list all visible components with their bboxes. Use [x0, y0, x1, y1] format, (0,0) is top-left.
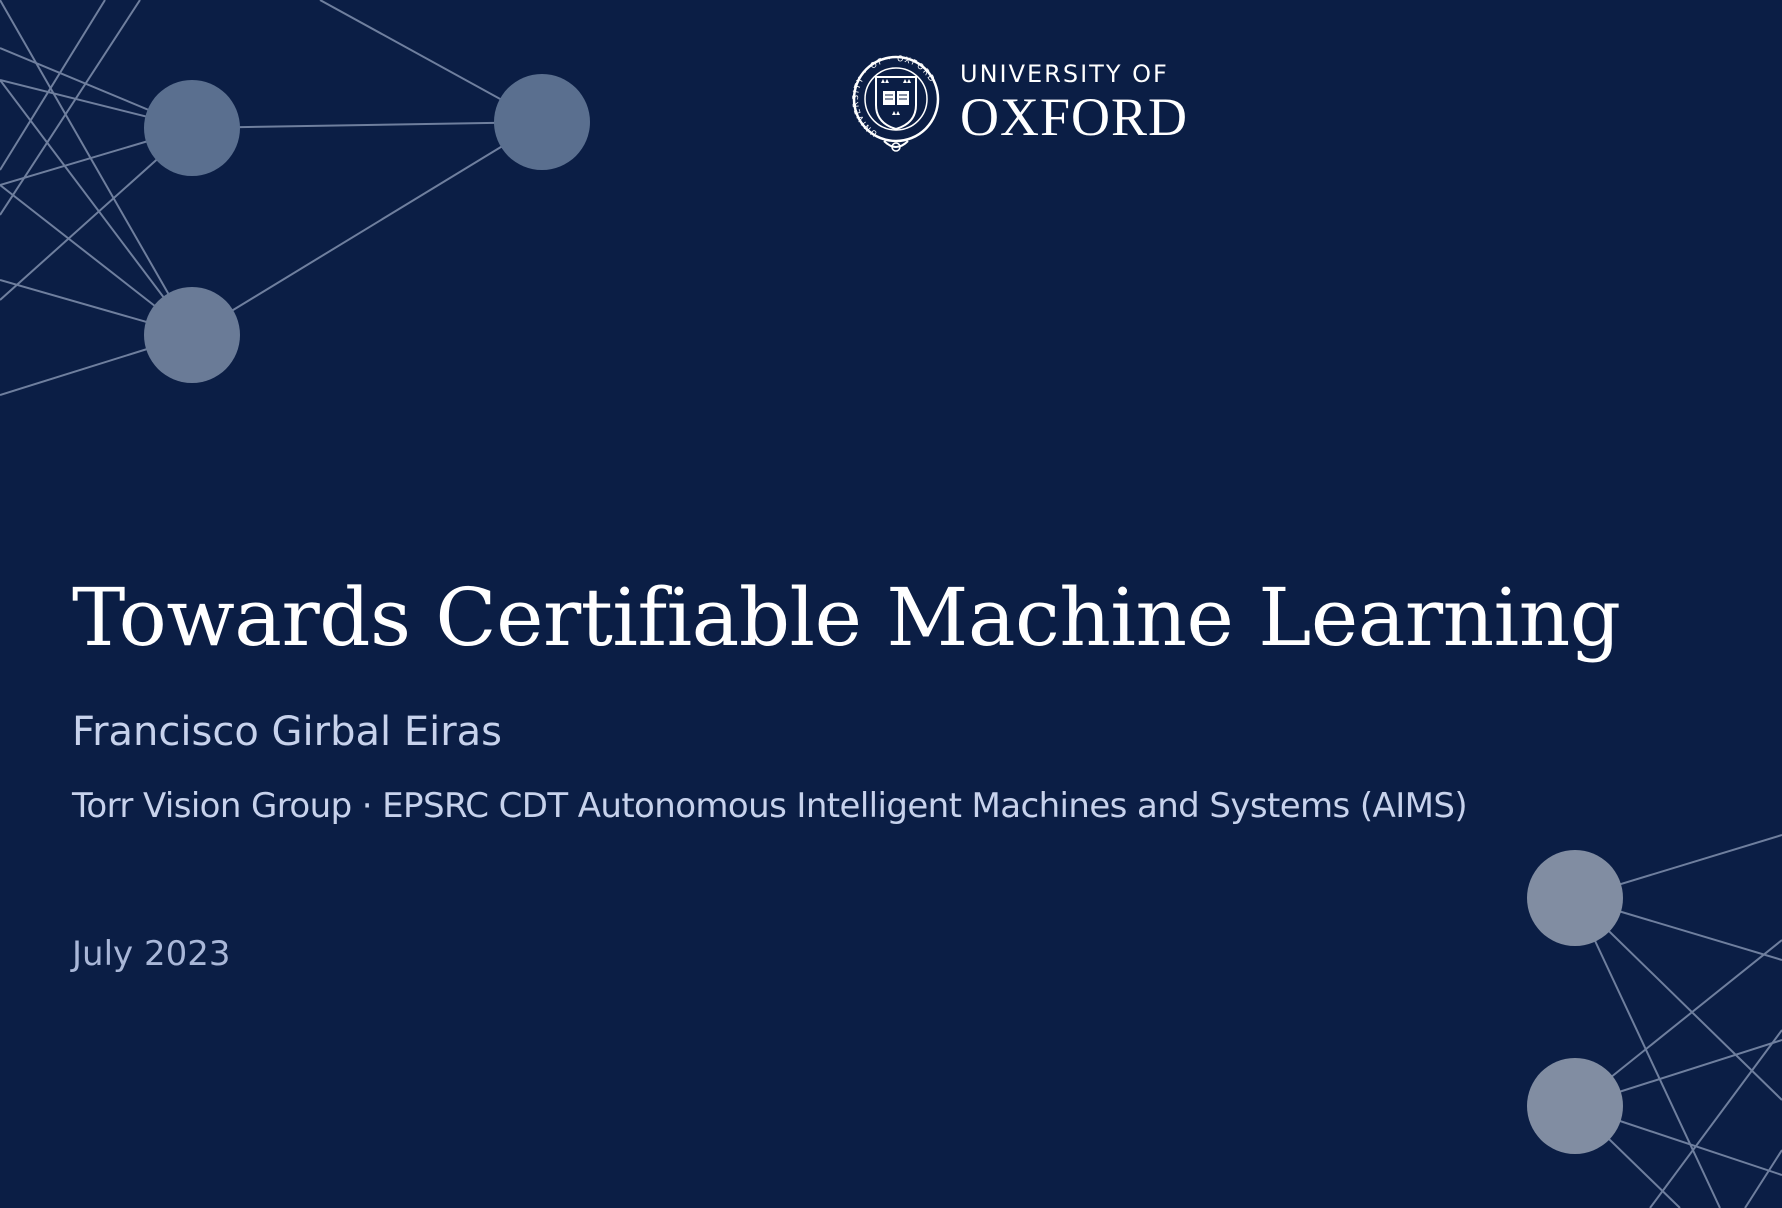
network-node: [144, 80, 240, 176]
presentation-title: Towards Certifiable Machine Learning: [72, 571, 1621, 664]
oxford-crest-icon: UNIVERSITY · OF · OXFORD: [851, 54, 940, 152]
author-name: Francisco Girbal Eiras: [72, 709, 502, 755]
network-node: [144, 287, 240, 383]
network-node: [1527, 850, 1623, 946]
network-node: [494, 74, 590, 170]
network-node: [1527, 1058, 1623, 1154]
university-logo: UNIVERSITY · OF · OXFORD UNIVERSITY OF O…: [850, 48, 1188, 158]
presentation-date: July 2023: [72, 934, 231, 974]
logo-wordmark: UNIVERSITY OF OXFORD: [960, 60, 1188, 146]
affiliation: Torr Vision Group · EPSRC CDT Autonomous…: [72, 786, 1468, 826]
title-slide: UNIVERSITY · OF · OXFORD UNIVERSITY OF O…: [0, 0, 1782, 1208]
logo-oxford: OXFORD: [960, 87, 1189, 147]
logo-university-of: UNIVERSITY OF: [960, 60, 1169, 88]
